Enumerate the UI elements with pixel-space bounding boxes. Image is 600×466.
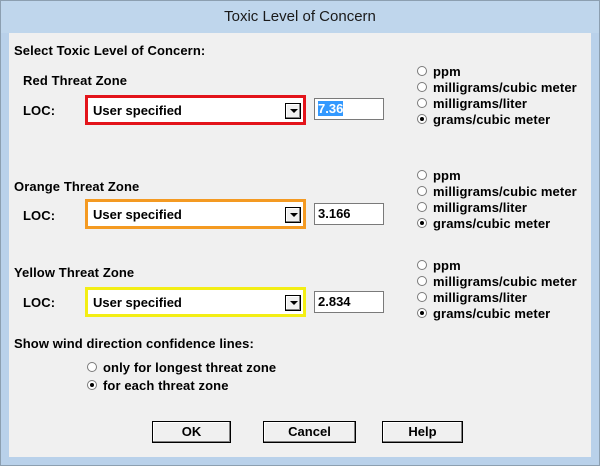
orange-value-field[interactable]: 3.166	[314, 203, 384, 225]
dialog-heading: Select Toxic Level of Concern:	[14, 43, 206, 58]
orange-loc-value: User specified	[93, 207, 182, 222]
orange-zone-label: Orange Threat Zone	[14, 179, 140, 194]
yellow-value-field[interactable]: 2.834	[314, 291, 384, 313]
yellow-loc-select[interactable]: User specified	[85, 287, 306, 317]
radio-icon	[417, 276, 427, 286]
yellow-loc-label: LOC:	[23, 295, 56, 310]
radio-icon	[417, 292, 427, 302]
red-loc-label: LOC:	[23, 103, 56, 118]
orange-value-text: 3.166	[318, 206, 351, 221]
wind-lines-label: Show wind direction confidence lines:	[14, 336, 254, 351]
radio-selected-icon	[417, 308, 427, 318]
yellow-value-text: 2.834	[318, 294, 351, 309]
chevron-down-icon[interactable]	[285, 103, 301, 119]
wind-options-group: only for longest threat zone for each th…	[87, 360, 347, 397]
title-bar: Toxic Level of Concern	[1, 1, 599, 33]
radio-icon	[417, 170, 427, 180]
radio-icon	[87, 362, 97, 372]
radio-selected-icon	[417, 218, 427, 228]
chevron-down-icon[interactable]	[285, 295, 301, 311]
dialog-content: Select Toxic Level of Concern: Red Threa…	[9, 33, 591, 457]
cancel-button[interactable]: Cancel	[263, 421, 356, 443]
red-value-field[interactable]: 7.36	[314, 98, 384, 120]
yellow-loc-value: User specified	[93, 295, 182, 310]
ok-button[interactable]: OK	[152, 421, 231, 443]
radio-icon	[417, 98, 427, 108]
red-units-group: ppm milligrams/cubic meter milligrams/li…	[417, 64, 587, 135]
red-loc-select[interactable]: User specified	[85, 95, 306, 125]
radio-icon	[417, 82, 427, 92]
help-button[interactable]: Help	[382, 421, 463, 443]
radio-icon	[417, 186, 427, 196]
red-loc-value: User specified	[93, 103, 182, 118]
yellow-units-group: ppm milligrams/cubic meter milligrams/li…	[417, 258, 587, 329]
red-value-text: 7.36	[318, 101, 344, 116]
yellow-zone-label: Yellow Threat Zone	[14, 265, 135, 280]
orange-loc-select[interactable]: User specified	[85, 199, 306, 229]
orange-loc-label: LOC:	[23, 208, 56, 223]
chevron-down-icon[interactable]	[285, 207, 301, 223]
radio-selected-icon	[417, 114, 427, 124]
orange-units-group: ppm milligrams/cubic meter milligrams/li…	[417, 168, 587, 239]
radio-icon	[417, 66, 427, 76]
dialog-window: Toxic Level of Concern Select Toxic Leve…	[0, 0, 600, 466]
radio-icon	[417, 202, 427, 212]
red-zone-label: Red Threat Zone	[23, 73, 128, 88]
radio-selected-icon	[87, 380, 97, 390]
radio-icon	[417, 260, 427, 270]
